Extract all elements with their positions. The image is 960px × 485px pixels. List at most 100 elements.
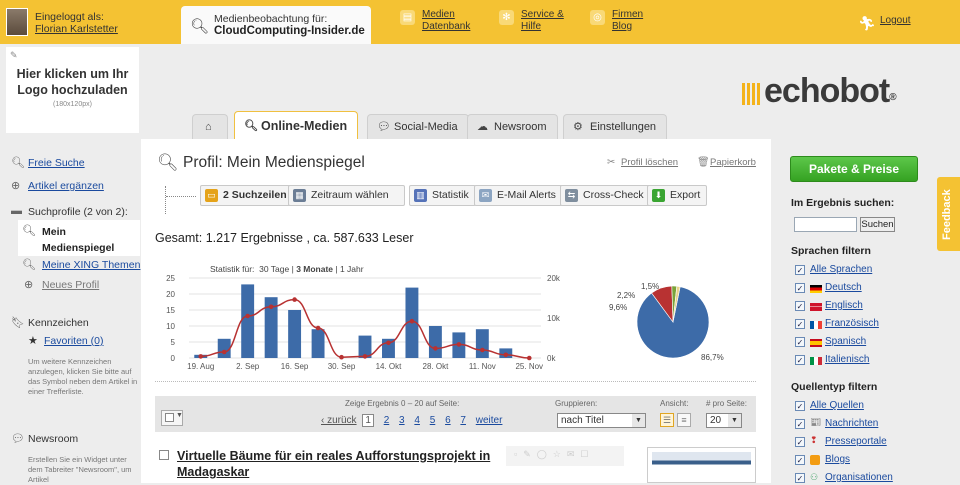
select-all-checkbox[interactable]: ▼ bbox=[161, 410, 183, 426]
search-icon: 🔍︎ bbox=[244, 120, 258, 132]
chart-point bbox=[409, 318, 415, 324]
page-2[interactable]: 2 bbox=[384, 415, 390, 426]
language-fr-link[interactable]: Französisch bbox=[825, 318, 879, 329]
source-orgs-link[interactable]: Organisationen bbox=[825, 472, 893, 483]
rss-icon: ◎ bbox=[590, 10, 605, 25]
trash-link[interactable]: Papierkorb bbox=[710, 157, 756, 168]
tab-online-media[interactable]: 🔍︎ Online-Medien bbox=[234, 111, 359, 139]
view-detailed-icon[interactable]: ☰ bbox=[660, 413, 674, 427]
chart-point bbox=[198, 354, 204, 359]
source-press-link[interactable]: Presseportale bbox=[825, 436, 887, 447]
nav-company-blog[interactable]: ◎ Firmen Blog bbox=[590, 9, 644, 33]
search-in-results-input[interactable] bbox=[794, 217, 857, 232]
result-thumbnail[interactable] bbox=[647, 447, 756, 483]
logged-in-user-link[interactable]: Florian Karlstetter bbox=[35, 23, 118, 35]
time-range-button[interactable]: ▦ Zeitraum wählen bbox=[288, 185, 405, 206]
source-news-link[interactable]: Nachrichten bbox=[825, 418, 878, 429]
brand-text: echobot bbox=[764, 72, 890, 110]
tab-settings[interactable]: ⚙ Einstellungen bbox=[563, 114, 668, 139]
export-button[interactable]: ⬇ Export bbox=[647, 185, 708, 206]
view-compact-icon[interactable]: ≡ bbox=[677, 413, 691, 427]
result-action-icons[interactable]: ▫✎◯☆✉☐ bbox=[514, 449, 594, 460]
page-4[interactable]: 4 bbox=[414, 415, 420, 426]
chart-point bbox=[221, 349, 227, 355]
language-all-link[interactable]: Alle Sprachen bbox=[810, 264, 872, 275]
email-alerts-button[interactable]: ✉ E-Mail Alerts bbox=[474, 185, 563, 206]
tab-home[interactable]: ⌂ bbox=[192, 114, 228, 139]
nav-line2: Blog bbox=[612, 21, 633, 32]
media-monitoring-tab[interactable]: 🔍︎ Medienbeobachtung für: CloudComputing… bbox=[181, 6, 371, 44]
logout-label: Logout bbox=[880, 15, 911, 26]
page-3[interactable]: 3 bbox=[399, 415, 405, 426]
group-label: Gruppieren: bbox=[555, 399, 598, 408]
language-checkbox-es[interactable]: ✓ bbox=[795, 337, 805, 347]
source-all-link[interactable]: Alle Quellen bbox=[810, 400, 864, 411]
x-tick-label: 19. Aug bbox=[187, 362, 214, 371]
organisation-icon: ⚇ bbox=[810, 472, 819, 482]
language-checkbox-de[interactable]: ✓ bbox=[795, 283, 805, 293]
language-checkbox-it[interactable]: ✓ bbox=[795, 355, 805, 365]
page-7[interactable]: 7 bbox=[460, 415, 466, 426]
statistics-button[interactable]: ▥ Statistik bbox=[409, 185, 476, 206]
page-5[interactable]: 5 bbox=[430, 415, 436, 426]
packages-prices-button[interactable]: Pakete & Preise bbox=[790, 156, 918, 182]
x-tick-label: 25. Nov bbox=[515, 362, 543, 371]
group-select[interactable]: nach Titel ▼ bbox=[557, 413, 646, 428]
next-page-link[interactable]: weiter bbox=[476, 415, 503, 426]
language-it-link[interactable]: Italienisch bbox=[825, 354, 869, 365]
chart-point bbox=[245, 313, 250, 319]
source-checkbox-press[interactable]: ✓ bbox=[795, 437, 805, 447]
search-icon: 🔍︎ bbox=[157, 153, 179, 172]
free-search-link[interactable]: Freie Suche bbox=[28, 157, 85, 169]
language-de-link[interactable]: Deutsch bbox=[825, 282, 862, 293]
y-tick-label-left: 25 bbox=[166, 274, 175, 283]
result-actions-bar: ▫✎◯☆✉☐ bbox=[506, 446, 624, 466]
language-checkbox-fr[interactable]: ✓ bbox=[795, 319, 805, 329]
chevron-down-icon: ▼ bbox=[728, 414, 741, 427]
nav-line1: Firmen bbox=[612, 9, 644, 20]
pie-label: 9,6% bbox=[609, 303, 627, 312]
source-checkbox-orgs[interactable]: ✓ bbox=[795, 473, 805, 483]
tab-social-media[interactable]: 💬︎ Social-Media bbox=[367, 114, 469, 139]
delete-profile-link[interactable]: Profil löschen bbox=[621, 157, 678, 168]
search-icon: 🔍︎ bbox=[22, 259, 36, 271]
profile-item-active[interactable]: 🔍︎ Mein Medienspiegel bbox=[18, 220, 140, 256]
per-page-select[interactable]: 20 ▼ bbox=[706, 413, 742, 428]
chevron-down-icon: ▼ bbox=[632, 414, 645, 427]
add-article-link[interactable]: Artikel ergänzen bbox=[28, 180, 104, 192]
y-tick-label-right: 0k bbox=[547, 354, 556, 363]
language-checkbox-en[interactable]: ✓ bbox=[795, 301, 805, 311]
mail-icon: ✉ bbox=[479, 189, 492, 202]
tab-newsroom[interactable]: ☁ Newsroom bbox=[467, 114, 558, 139]
folder-icon: ▭ bbox=[205, 189, 218, 202]
prev-page-link[interactable]: ‹ zurück bbox=[321, 415, 357, 426]
nav-service-help[interactable]: ✻ Service & Hilfe bbox=[499, 9, 564, 33]
result-title-link[interactable]: Virtuelle Bäume für ein reales Aufforstu… bbox=[177, 448, 517, 480]
nav-media-database[interactable]: ▤ Medien Datenbank bbox=[400, 9, 470, 33]
favorites-link[interactable]: Favoriten (0) bbox=[44, 335, 104, 347]
cross-check-button[interactable]: ⇆ Cross-Check bbox=[560, 185, 651, 206]
page-1[interactable]: 1 bbox=[362, 414, 374, 427]
source-blogs-link[interactable]: Blogs bbox=[825, 454, 850, 465]
profile-xing-link[interactable]: Meine XING Themen bbox=[42, 259, 140, 271]
logout-link[interactable]: 🏃︎ Logout bbox=[858, 15, 911, 31]
feedback-tab[interactable]: Feedback bbox=[937, 177, 960, 251]
logo-upload-box[interactable]: ✎ Hier klicken um Ihr Logo hochzuladen (… bbox=[6, 47, 139, 133]
language-en-link[interactable]: Englisch bbox=[825, 300, 863, 311]
source-checkbox-news[interactable]: ✓ bbox=[795, 419, 805, 429]
language-checkbox-all[interactable]: ✓ bbox=[795, 265, 805, 275]
search-lines-button[interactable]: ▭ 2 Suchzeilen bbox=[200, 185, 294, 206]
source-checkbox-blogs[interactable]: ✓ bbox=[795, 455, 805, 465]
france-flag-icon bbox=[810, 321, 822, 329]
thumbnail-image bbox=[652, 452, 751, 480]
tab-label: Social-Media bbox=[394, 121, 458, 133]
new-profile-link[interactable]: Neues Profil bbox=[42, 279, 99, 291]
language-es-link[interactable]: Spanisch bbox=[825, 336, 866, 347]
statistics-charts: 0 5 10 15 20 25 0k 10k 20k 19. Aug 2. Sep 16. Sep 30… bbox=[166, 274, 724, 371]
search-in-results-button[interactable]: Suchen bbox=[860, 217, 895, 232]
source-checkbox-all[interactable]: ✓ bbox=[795, 401, 805, 411]
result-checkbox[interactable] bbox=[159, 450, 169, 460]
search-icon: 🔍︎ bbox=[22, 225, 36, 237]
download-arrow-icon: ⬇ bbox=[652, 189, 665, 202]
page-6[interactable]: 6 bbox=[445, 415, 451, 426]
